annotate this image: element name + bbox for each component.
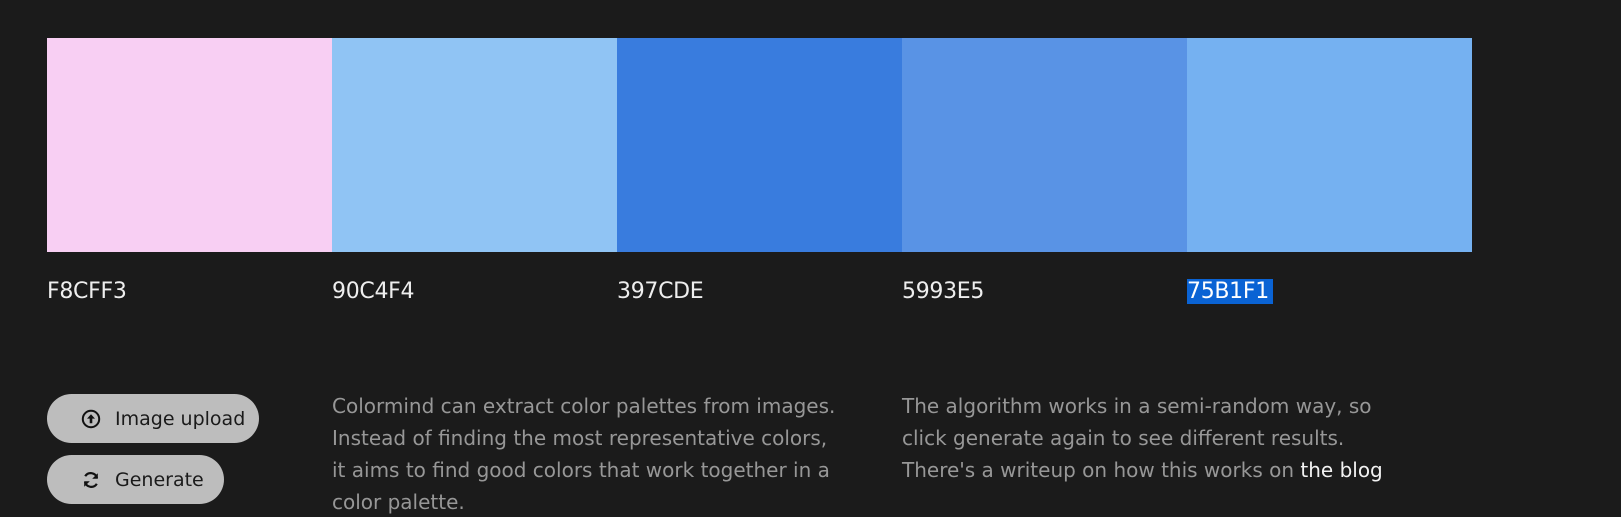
hex-value-1[interactable]: F8CFF3 <box>47 279 127 304</box>
color-swatch-3[interactable] <box>617 38 902 252</box>
refresh-icon <box>80 469 102 491</box>
image-upload-label: Image upload <box>115 407 246 430</box>
palette: F8CFF3 90C4F4 397CDE 5993E5 75B1F1 <box>47 38 1472 307</box>
hex-value-3[interactable]: 397CDE <box>617 279 704 304</box>
palette-column-3: 397CDE <box>617 38 902 307</box>
colormind-page: F8CFF3 90C4F4 397CDE 5993E5 75B1F1 Image… <box>0 0 1621 517</box>
description-extract: Colormind can extract color palettes fro… <box>332 394 836 514</box>
color-swatch-5[interactable] <box>1187 38 1472 252</box>
generate-label: Generate <box>115 468 204 491</box>
upload-circle-icon <box>80 408 102 430</box>
hex-label-3[interactable]: 397CDE <box>617 277 902 307</box>
hex-value-2[interactable]: 90C4F4 <box>332 279 415 304</box>
hex-label-2[interactable]: 90C4F4 <box>332 277 617 307</box>
hex-label-4[interactable]: 5993E5 <box>902 277 1187 307</box>
blog-link[interactable]: the blog <box>1300 458 1382 482</box>
hex-label-5[interactable]: 75B1F1 <box>1187 277 1472 307</box>
color-swatch-2[interactable] <box>332 38 617 252</box>
image-upload-button[interactable]: Image upload <box>47 394 259 443</box>
color-swatch-1[interactable] <box>47 38 332 252</box>
description-algorithm: The algorithm works in a semi-random way… <box>902 390 1422 486</box>
hex-label-1[interactable]: F8CFF3 <box>47 277 332 307</box>
palette-column-2: 90C4F4 <box>332 38 617 307</box>
color-swatch-4[interactable] <box>902 38 1187 252</box>
palette-column-1: F8CFF3 <box>47 38 332 307</box>
hex-value-5-selected[interactable]: 75B1F1 <box>1187 279 1273 304</box>
generate-button[interactable]: Generate <box>47 455 224 504</box>
hex-value-4[interactable]: 5993E5 <box>902 279 984 304</box>
palette-column-5: 75B1F1 <box>1187 38 1472 307</box>
palette-column-4: 5993E5 <box>902 38 1187 307</box>
